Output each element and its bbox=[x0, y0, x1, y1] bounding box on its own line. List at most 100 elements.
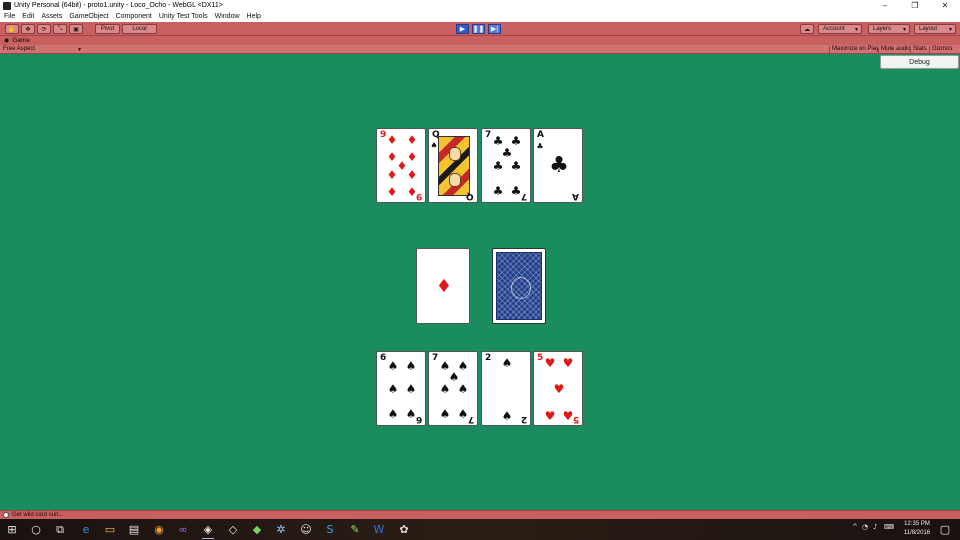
word-icon[interactable]: W bbox=[372, 522, 386, 536]
hand-card-5-hearts[interactable]: 5 5 ♥ ♥ ♥ ♥ ♥ bbox=[533, 351, 583, 426]
menu-component[interactable]: Component bbox=[116, 13, 152, 20]
club-icon: ♣ bbox=[510, 159, 522, 173]
menu-help[interactable]: Help bbox=[247, 13, 261, 20]
step-icon[interactable]: ▶| bbox=[488, 24, 501, 34]
maximize-on-play-toggle[interactable]: Maximize on Play bbox=[829, 46, 881, 53]
card-rank: 7 bbox=[432, 353, 439, 363]
windows-taskbar: ⊞ ○ ⧉ e ▭ ▤ ◉ ∞ ◈ ◇ ◆ ✲ ☺ S ✎ W ✿ ^ ◔ ♪ … bbox=[0, 519, 960, 540]
gizmos-dropdown[interactable]: Gizmos bbox=[929, 46, 954, 53]
card-queen-spades[interactable]: Q Q ♠ bbox=[428, 128, 478, 203]
card-9-diamonds[interactable]: 9 9 ♦ ♦ ♦ ♦ ♦ ♦ ♦ ♦ ♦ bbox=[376, 128, 426, 203]
game-tab[interactable]: ◉ Game bbox=[0, 36, 960, 45]
menu-assets[interactable]: Assets bbox=[41, 13, 62, 20]
diamond-icon: ♦ bbox=[406, 133, 418, 147]
hand-card-7-spades[interactable]: 7 7 ♠ ♠ ♠ ♠ ♠ ♠ ♠ bbox=[428, 351, 478, 426]
menu-bar: File Edit Assets GameObject Component Un… bbox=[0, 11, 960, 22]
local-toggle[interactable]: Local bbox=[122, 24, 157, 34]
heart-icon: ♥ bbox=[544, 409, 556, 423]
card-rank: 7 bbox=[485, 130, 492, 140]
unity-logo-icon bbox=[3, 1, 11, 10]
unity-hub-icon[interactable]: ◇ bbox=[226, 522, 240, 536]
chrome-icon[interactable]: ◉ bbox=[152, 522, 166, 536]
git-icon[interactable]: ◆ bbox=[250, 522, 264, 536]
heart-icon: ♥ bbox=[562, 356, 574, 370]
keyboard-icon[interactable]: ⌨ bbox=[884, 523, 894, 531]
play-icon[interactable]: ▶ bbox=[456, 24, 469, 34]
game-view[interactable] bbox=[0, 54, 960, 510]
hand-card-2-spades[interactable]: 2 2 ♠ ♠ bbox=[481, 351, 531, 426]
game-view-toolbar: Free Aspect Maximize on Play Mute audio … bbox=[0, 45, 960, 54]
notepad-icon[interactable]: ✎ bbox=[348, 522, 362, 536]
layout-dropdown[interactable]: Layout bbox=[914, 24, 956, 34]
skype-icon[interactable]: S bbox=[323, 522, 337, 536]
windows-start-icon[interactable]: ⊞ bbox=[5, 522, 19, 536]
menu-unity-test-tools[interactable]: Unity Test Tools bbox=[159, 13, 208, 20]
spade-icon: ♠ bbox=[439, 382, 451, 396]
restore-button[interactable]: ❐ bbox=[900, 0, 930, 11]
settings-icon[interactable]: ✲ bbox=[274, 522, 288, 536]
draw-pile-card[interactable] bbox=[492, 248, 546, 324]
network-icon[interactable]: ◔ bbox=[862, 523, 868, 531]
card-back-pattern bbox=[496, 252, 542, 320]
discard-pile-card[interactable]: ♦ bbox=[416, 248, 470, 324]
store-icon[interactable]: ▤ bbox=[127, 522, 141, 536]
pause-icon[interactable]: ❚❚ bbox=[472, 24, 485, 34]
edge-browser-icon[interactable]: e bbox=[79, 522, 93, 536]
tray-chevron-icon[interactable]: ^ bbox=[852, 523, 858, 531]
notifications-icon[interactable]: ▢ bbox=[938, 522, 952, 536]
unity-icon[interactable]: ◈ bbox=[201, 522, 215, 539]
scale-tool-icon[interactable]: ⤡ bbox=[53, 24, 67, 34]
main-toolbar: ✋ ✥ ⟳ ⤡ ▣ Pivot Local ▶ ❚❚ ▶| ☁ Account … bbox=[0, 22, 960, 36]
account-label: Account bbox=[823, 26, 845, 32]
diamond-icon: ♦ bbox=[386, 185, 398, 199]
close-button[interactable]: ✕ bbox=[930, 0, 960, 11]
visual-studio-icon[interactable]: ∞ bbox=[176, 522, 190, 536]
stats-toggle[interactable]: Stats bbox=[910, 46, 929, 53]
menu-edit[interactable]: Edit bbox=[22, 13, 34, 20]
menu-gameobject[interactable]: GameObject bbox=[69, 13, 108, 20]
diamond-icon: ♦ bbox=[406, 150, 418, 164]
minimize-button[interactable]: – bbox=[870, 0, 900, 11]
diamond-icon: ♦ bbox=[406, 185, 418, 199]
rotate-tool-icon[interactable]: ⟳ bbox=[37, 24, 51, 34]
layout-label: Layout bbox=[919, 26, 938, 32]
taskbar-clock[interactable]: 12:35 PM 11/8/2016 bbox=[899, 520, 935, 538]
messenger-icon[interactable]: ☺ bbox=[299, 522, 313, 536]
file-explorer-icon[interactable]: ▭ bbox=[103, 522, 117, 536]
cloud-icon[interactable]: ☁ bbox=[800, 24, 814, 34]
card-rank: A bbox=[572, 191, 579, 201]
diamond-icon: ♦ bbox=[386, 133, 398, 147]
move-tool-icon[interactable]: ✥ bbox=[21, 24, 35, 34]
club-icon: ♣ bbox=[492, 159, 504, 173]
aspect-dropdown[interactable]: Free Aspect bbox=[3, 46, 81, 53]
hand-tool-icon[interactable]: ✋ bbox=[5, 24, 19, 34]
volume-icon[interactable]: ♪ bbox=[873, 523, 877, 531]
card-rank: Q bbox=[432, 130, 440, 140]
layers-label: Layers bbox=[873, 26, 892, 32]
menu-file[interactable]: File bbox=[4, 13, 15, 20]
layers-dropdown[interactable]: Layers bbox=[868, 24, 910, 34]
card-ace-clubs[interactable]: A A ♣ ♣ bbox=[533, 128, 583, 203]
local-label: Local bbox=[132, 26, 147, 32]
spade-icon: ♠ bbox=[501, 356, 513, 370]
mute-audio-toggle[interactable]: Mute audio bbox=[878, 46, 913, 53]
paint-icon[interactable]: ✿ bbox=[397, 522, 411, 536]
rect-tool-icon[interactable]: ▣ bbox=[69, 24, 83, 34]
account-dropdown[interactable]: Account bbox=[818, 24, 862, 34]
card-rank: 9 bbox=[380, 130, 387, 140]
pivot-toggle[interactable]: Pivot bbox=[95, 24, 120, 34]
club-icon: ♣ bbox=[492, 184, 504, 198]
window-title-bar: Unity Personal (64bit) - proto1.unity - … bbox=[0, 0, 960, 11]
diamond-icon: ♦ bbox=[435, 276, 453, 297]
status-message: Get wild card suit... bbox=[12, 512, 64, 518]
pivot-label: Pivot bbox=[100, 26, 115, 32]
task-view-icon[interactable]: ⧉ bbox=[53, 522, 67, 536]
search-icon[interactable]: ○ bbox=[29, 522, 43, 536]
hand-card-6-spades[interactable]: 6 6 ♠ ♠ ♠ ♠ ♠ ♠ bbox=[376, 351, 426, 426]
spade-icon: ♠ bbox=[405, 359, 417, 373]
menu-window[interactable]: Window bbox=[215, 13, 240, 20]
debug-button[interactable]: Debug bbox=[880, 55, 959, 69]
card-7-clubs[interactable]: 7 7 ♣ ♣ ♣ ♣ ♣ ♣ ♣ bbox=[481, 128, 531, 203]
spade-icon: ♠ bbox=[387, 359, 399, 373]
console-status-bar[interactable]: Get wild card suit... bbox=[0, 510, 960, 519]
